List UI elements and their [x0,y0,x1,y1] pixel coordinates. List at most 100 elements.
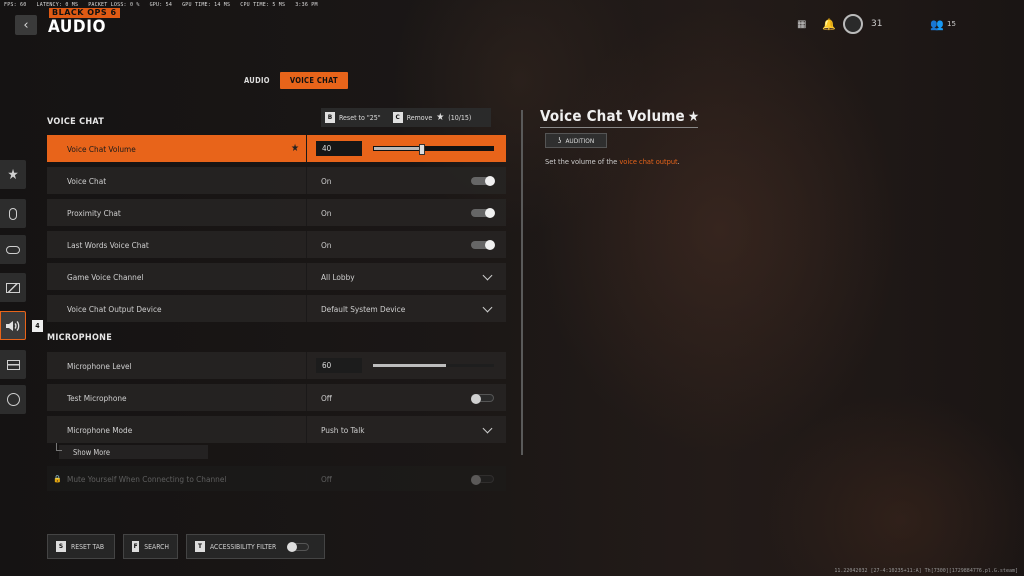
setting-label: Voice Chat [67,175,107,186]
setting-value: Off [321,473,332,484]
setting-label: Microphone Mode [67,424,133,435]
sidebar-key-badge: 4 [32,320,43,332]
sidebar-item-controller[interactable] [0,235,26,264]
setting-label: Mute Yourself When Connecting to Channel [67,473,227,484]
favorite-star-icon[interactable]: ★ [291,143,299,154]
friends-count: 15 [947,20,956,28]
reset-hint[interactable]: Reset to "25" [339,114,381,122]
show-more-button[interactable]: Show More [56,443,208,459]
toggle-knob [471,474,481,485]
sidebar-item-favorites[interactable]: ★ [0,160,26,189]
mouse-icon [9,207,17,220]
chevron-down-icon[interactable] [482,304,494,314]
mute-yourself-toggle [471,474,494,485]
prestige-icon[interactable] [843,14,863,34]
toggle-knob [485,239,495,250]
page-title: AUDIO [48,17,107,37]
chevron-down-icon[interactable] [482,425,494,435]
panel-divider [521,110,523,455]
last-words-toggle[interactable] [471,239,495,250]
setting-microphone-level[interactable]: Microphone Level 60 [47,352,506,379]
tab-voice-chat[interactable]: VOICE CHAT [279,72,348,89]
sidebar-item-graphics[interactable] [0,273,26,302]
divider [306,135,307,162]
divider [306,199,307,226]
accessibility-filter-label: ACCESSIBILITY FILTER [210,542,277,551]
divider [306,231,307,258]
chevron-down-icon[interactable] [482,272,494,282]
search-button[interactable]: F SEARCH [123,534,178,559]
divider [306,466,307,491]
hint-bar: B Reset to "25" C Remove ★ (10/15) [321,108,491,127]
toggle-knob [485,207,495,218]
tab-audio[interactable]: AUDIO [234,72,280,89]
key-hint: C [392,112,403,123]
player-level: 31 [871,19,883,29]
remove-hint[interactable]: Remove [407,114,433,122]
mic-level-slider[interactable] [373,364,494,367]
setting-mute-yourself: 🔒 Mute Yourself When Connecting to Chann… [47,466,506,491]
audition-button[interactable]: ʖ AUDITION [545,133,607,148]
sidebar-item-mouse[interactable] [0,199,26,228]
controller-icon [6,245,20,254]
key-hint: S [56,541,66,552]
setting-microphone-mode[interactable]: Microphone Mode Push to Talk [47,416,506,443]
favorites-count: (10/15) [448,113,472,122]
setting-proximity-chat[interactable]: Proximity Chat On [47,199,506,226]
volume-slider[interactable] [373,144,494,155]
setting-test-microphone[interactable]: Test Microphone Off [47,384,506,411]
bell-icon[interactable]: 🔔 [822,18,836,31]
setting-voice-chat[interactable]: Voice Chat On [47,167,506,194]
friends-icon[interactable]: 👥 [930,18,944,31]
sidebar-item-interface[interactable] [0,350,26,379]
setting-voice-chat-volume[interactable]: Voice Chat Volume ★ 40 [47,135,506,162]
reset-tab-label: RESET TAB [71,542,105,551]
setting-value: On [321,207,332,218]
key-hint: T [195,541,205,552]
key-hint: F [132,541,140,552]
back-button[interactable]: ‹ [15,15,37,35]
setting-game-voice-channel[interactable]: Game Voice Channel All Lobby [47,263,506,290]
slider-fill [374,147,422,150]
build-info: 11.22042032 [27-4:10235+11:A] Th[7300][1… [834,568,1018,574]
slider-fill [373,364,446,367]
description-text: Set the volume of the [545,157,620,166]
reset-tab-button[interactable]: S RESET TAB [47,534,115,559]
setting-value: Default System Device [321,303,406,314]
setting-label: Voice Chat Volume [67,143,136,154]
accessibility-filter-button[interactable]: T ACCESSIBILITY FILTER [186,534,325,559]
sidebar-item-audio[interactable] [0,311,26,340]
tab-bar: AUDIO VOICE CHAT [234,72,348,89]
setting-label: Test Microphone [67,392,127,403]
mic-level-value-field[interactable]: 60 [316,358,362,373]
apps-grid-icon[interactable]: ▦ [797,19,806,30]
accessibility-filter-toggle[interactable] [287,541,310,552]
star-icon: ★ [436,112,445,123]
ear-icon: ʖ [557,136,562,145]
speaker-icon [6,320,20,331]
test-mic-toggle[interactable] [471,393,494,404]
volume-value-field[interactable]: 40 [316,141,362,156]
setting-label: Last Words Voice Chat [67,239,149,250]
key-hint: B [325,112,335,123]
setting-label: Proximity Chat [67,207,121,218]
sidebar-item-network[interactable] [0,385,26,414]
divider [306,295,307,322]
detail-description: Set the volume of the voice chat output. [545,157,680,166]
setting-last-words-voice-chat[interactable]: Last Words Voice Chat On [47,231,506,258]
proximity-chat-toggle[interactable] [471,207,495,218]
network-icon [6,393,20,406]
divider [306,416,307,443]
chevron-left-icon: ‹ [23,17,29,33]
setting-voice-chat-output-device[interactable]: Voice Chat Output Device Default System … [47,295,506,322]
lock-icon: 🔒 [53,474,62,483]
detail-title-text: Voice Chat Volume [540,107,685,125]
setting-value: On [321,239,332,250]
tree-corner [56,443,62,451]
toggle-knob [471,393,481,404]
description-suffix: . [677,157,680,166]
slider-thumb[interactable] [418,144,425,155]
setting-value: Off [321,392,332,403]
setting-value: All Lobby [321,271,355,282]
voice-chat-toggle[interactable] [471,175,495,186]
